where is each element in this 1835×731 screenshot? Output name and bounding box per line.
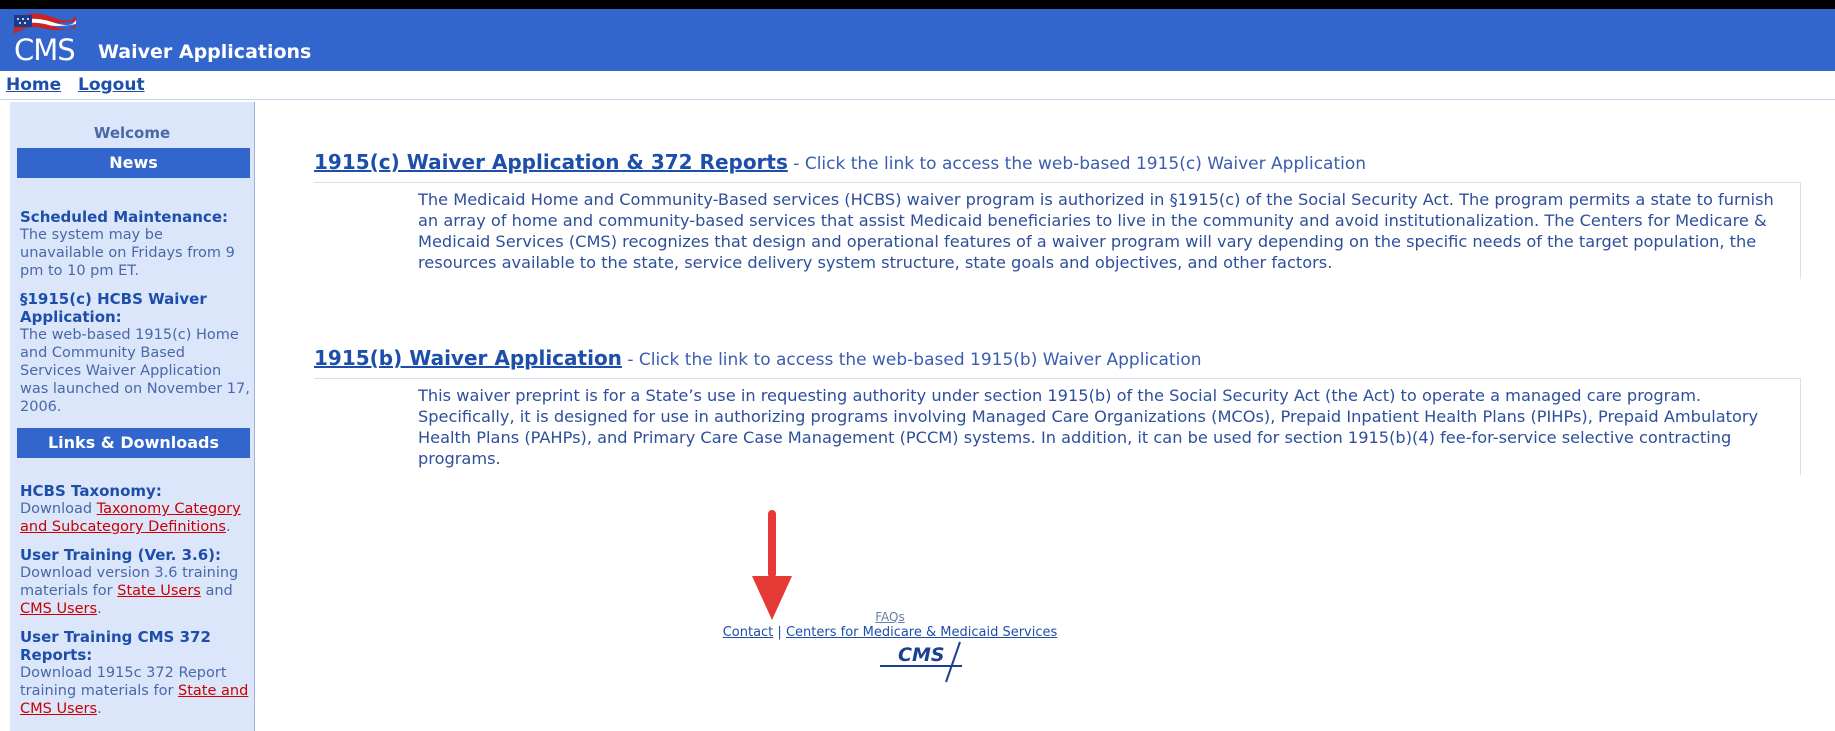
nav-logout-link[interactable]: Logout [78,75,145,95]
sidebar: Welcome News Scheduled Maintenance: The … [10,102,255,731]
links-item-text: Download [20,501,97,517]
section-title: 1915(b) Waiver Application - Click the l… [314,346,1801,370]
cms-footer-logo[interactable]: CMS [876,640,972,684]
app-header: CMS Waiver Applications [0,9,1835,71]
links-heading: Links & Downloads [17,428,250,458]
top-black-strip [0,0,1835,9]
footer-separator: | [777,625,782,640]
top-nav: Home Logout [0,71,1835,100]
news-heading: News [17,148,250,178]
nav-home-link[interactable]: Home [6,75,61,95]
links-item: User Training CMS 372 Reports: Download … [20,628,250,718]
news-item-body: The web-based 1915(c) Home and Community… [20,327,250,415]
state-users-link[interactable]: State Users [117,583,201,599]
red-down-arrow-icon [752,510,792,620]
contact-link[interactable]: Contact [723,625,774,640]
section-1915c: 1915(c) Waiver Application & 372 Reports… [314,150,1801,279]
section-suffix: - Click the link to access the web-based… [787,154,1367,174]
links-item-text: and [200,583,233,599]
news-item: §1915(c) HCBS Waiver Application: The we… [20,290,250,416]
links-item-text: . [97,701,102,717]
waiver-1915b-link[interactable]: 1915(b) Waiver Application [314,346,622,370]
app-title: Waiver Applications [98,41,312,63]
cms-users-link[interactable]: CMS Users [20,601,97,617]
links-item-title: User Training CMS 372 Reports: [20,628,211,664]
links-item-title: User Training (Ver. 3.6): [20,546,222,564]
sidebar-welcome: Welcome [93,124,171,142]
links-item: HCBS Taxonomy: Download Taxonomy Categor… [20,482,250,536]
section-description: This waiver preprint is for a State’s us… [314,378,1801,475]
links-item-title: HCBS Taxonomy: [20,482,162,500]
links-item: User Training (Ver. 3.6): Download versi… [20,546,250,618]
cms-home-link[interactable]: Centers for Medicare & Medicaid Services [786,625,1057,640]
cms-logo[interactable]: CMS [10,11,90,69]
section-1915b: 1915(b) Waiver Application - Click the l… [314,346,1801,475]
cms-footer-logo-text: CMS [898,644,945,666]
section-suffix: - Click the link to access the web-based… [621,350,1202,370]
logo-text: CMS [14,33,76,67]
faqs-link[interactable]: FAQs [875,610,905,624]
section-description: The Medicaid Home and Community-Based se… [314,182,1801,279]
links-item-text: . [225,519,231,535]
news-item-title: §1915(c) HCBS Waiver Application: [20,290,207,326]
links-item-text: . [97,601,102,617]
section-title: 1915(c) Waiver Application & 372 Reports… [314,150,1801,174]
news-item: Scheduled Maintenance: The system may be… [20,208,250,280]
footer: FAQs Contact | Centers for Medicare & Me… [640,610,1140,640]
news-item-body: The system may be unavailable on Fridays… [20,227,235,279]
waiver-1915c-link[interactable]: 1915(c) Waiver Application & 372 Reports [314,150,788,174]
news-item-title: Scheduled Maintenance: [20,208,228,226]
